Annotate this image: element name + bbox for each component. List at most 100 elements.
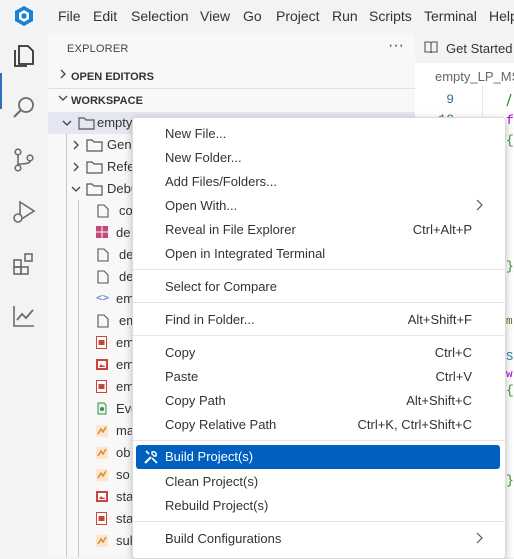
menu-open-with[interactable]: Open With...	[136, 194, 500, 218]
image-file-icon	[96, 359, 108, 370]
source-control-icon[interactable]	[11, 147, 37, 173]
search-icon[interactable]	[11, 95, 37, 121]
svg-text:w: w	[506, 369, 513, 381]
menu-item-label: Find in Folder...	[165, 312, 255, 327]
menu-go[interactable]: Go	[243, 8, 262, 24]
workspace-section[interactable]: WORKSPACE	[48, 90, 415, 112]
gear-file-icon	[97, 402, 107, 415]
menu-run[interactable]: Run	[332, 8, 358, 24]
open-editors-section[interactable]: OPEN EDITORS	[48, 66, 415, 88]
menu-item-label: Build Project(s)	[165, 449, 254, 464]
file-icon	[97, 270, 109, 284]
menu-new-folder[interactable]: New Folder...	[136, 146, 500, 170]
menu-file[interactable]: File	[58, 8, 81, 24]
chevron-right-icon	[476, 199, 483, 211]
chart-icon[interactable]	[11, 303, 37, 329]
menu-copy-path[interactable]: Copy Path Alt+Shift+C	[136, 389, 500, 413]
menu-item-label: Copy Path	[165, 393, 226, 408]
menu-copy-relative-path[interactable]: Copy Relative Path Ctrl+K, Ctrl+Shift+C	[136, 413, 500, 437]
svg-text:}: }	[506, 473, 514, 488]
context-menu-items: New File... New Folder... Add Files/Fold…	[133, 118, 505, 557]
menu-item-label: Open in Integrated Terminal	[165, 246, 326, 261]
menu-paste[interactable]: Paste Ctrl+V	[136, 365, 500, 389]
svg-text:{: {	[506, 133, 514, 148]
pdf-file-icon	[96, 380, 107, 393]
tools-icon	[144, 450, 158, 464]
menu-edit[interactable]: Edit	[93, 8, 117, 24]
active-indicator	[0, 73, 2, 109]
book-icon	[424, 41, 438, 53]
editor-tab-bar: Get Started	[415, 33, 514, 63]
tree-item-label: de	[116, 225, 131, 240]
menu-project[interactable]: Project	[276, 8, 320, 24]
menu-scripts[interactable]: Scripts	[369, 8, 412, 24]
menu-bar: File Edit Selection View Go Project Run …	[0, 0, 514, 33]
menu-open-in-integrated-terminal[interactable]: Open in Integrated Terminal	[136, 242, 500, 266]
menu-clean-projects[interactable]: Clean Project(s)	[136, 470, 500, 494]
code-fragments: f { } m S w { }	[506, 93, 514, 488]
pdf-file-icon	[96, 336, 107, 349]
extensions-icon[interactable]	[11, 251, 37, 277]
tree-item-label: co	[119, 203, 133, 218]
menu-separator	[133, 521, 505, 522]
pdf-file-icon	[96, 512, 107, 525]
chevron-down-icon	[58, 95, 68, 101]
svg-text:f: f	[506, 113, 514, 128]
menu-find-in-folder[interactable]: Find in Folder... Alt+Shift+F	[136, 308, 500, 332]
menu-item-shortcut: Ctrl+C	[434, 345, 472, 360]
menu-reveal-in-file-explorer[interactable]: Reveal in File Explorer Ctrl+Alt+P	[136, 218, 500, 242]
make-file-icon	[96, 469, 108, 481]
menu-add-files-folders[interactable]: Add Files/Folders...	[136, 170, 500, 194]
file-icon	[97, 248, 109, 262]
more-actions-button[interactable]: ···	[388, 37, 404, 55]
chevron-right-icon	[60, 69, 66, 79]
svg-text:{: {	[506, 383, 514, 398]
menu-terminal[interactable]: Terminal	[424, 8, 477, 24]
menu-help[interactable]: Help	[489, 8, 514, 24]
explorer-icon[interactable]	[11, 43, 37, 69]
menu-separator	[133, 335, 505, 336]
menu-item-label: Reveal in File Explorer	[165, 222, 296, 237]
tree-item-label: ob	[116, 445, 131, 460]
breadcrumb[interactable]: empty_LP_MS	[435, 69, 514, 84]
code-file-icon: <>	[96, 291, 110, 304]
chevron-right-icon	[73, 140, 79, 150]
file-icon	[97, 204, 109, 218]
tree-item-label: sul	[116, 533, 133, 548]
menu-view[interactable]: View	[200, 8, 230, 24]
make-file-icon	[96, 447, 108, 459]
menu-item-label: New Folder...	[165, 150, 242, 165]
chevron-down-icon	[71, 186, 81, 192]
tree-item-label: so	[116, 467, 130, 482]
menu-rebuild-projects[interactable]: Rebuild Project(s)	[136, 494, 500, 518]
menu-item-label: Clean Project(s)	[165, 474, 259, 489]
menu-item-label: Open With...	[165, 198, 238, 213]
run-debug-icon[interactable]	[11, 199, 37, 225]
menu-new-file[interactable]: New File...	[136, 122, 500, 146]
menu-item-shortcut: Alt+Shift+C	[406, 393, 472, 408]
activity-bar	[0, 33, 48, 557]
tree-item-label: sta	[116, 489, 134, 504]
tab-get-started[interactable]: Get Started	[446, 41, 512, 56]
chevron-right-icon	[73, 162, 79, 172]
folder-icon	[86, 183, 103, 196]
menu-selection[interactable]: Selection	[131, 8, 189, 24]
menu-separator	[133, 269, 505, 270]
menu-separator	[133, 440, 505, 441]
image-file-icon	[96, 491, 108, 502]
section-divider	[48, 88, 415, 89]
chevron-right-icon	[476, 532, 483, 544]
menu-item-label: Copy	[165, 345, 196, 360]
sidebar-title: EXPLORER	[67, 43, 129, 55]
app-logo-icon[interactable]	[13, 5, 35, 27]
menu-item-label: Copy Relative Path	[165, 417, 277, 432]
menu-build-configurations[interactable]: Build Configurations	[136, 527, 500, 551]
menu-select-for-compare[interactable]: Select for Compare	[136, 275, 500, 299]
folder-icon	[78, 117, 95, 130]
menu-copy[interactable]: Copy Ctrl+C	[136, 341, 500, 365]
make-file-icon	[96, 535, 108, 547]
menu-build-projects[interactable]: Build Project(s)	[136, 445, 500, 469]
menu-item-label: Paste	[165, 369, 199, 384]
menu-item-label: Build Configurations	[165, 531, 282, 546]
menu-item-shortcut: Ctrl+Alt+P	[412, 222, 472, 237]
